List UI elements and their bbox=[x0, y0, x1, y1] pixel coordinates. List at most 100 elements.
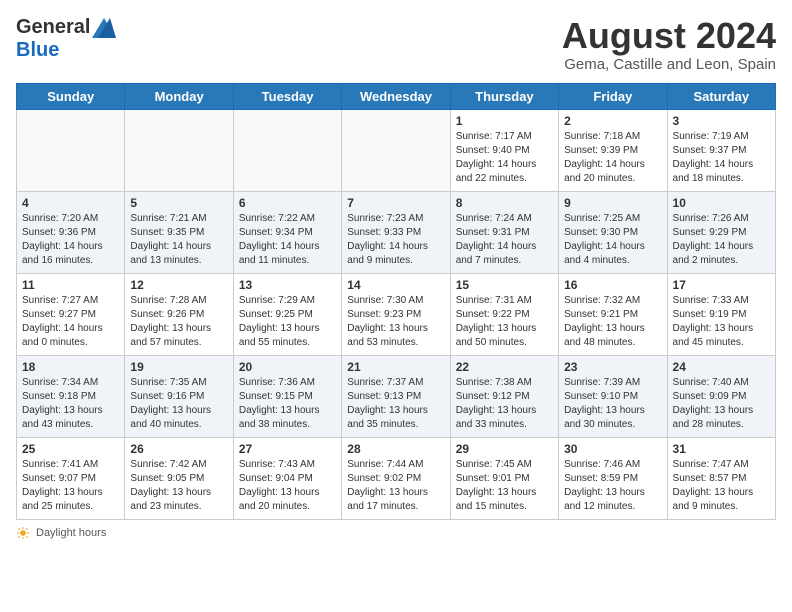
day-number: 29 bbox=[456, 442, 553, 456]
day-info: Sunrise: 7:19 AMSunset: 9:37 PMDaylight:… bbox=[673, 130, 770, 186]
day-info: Sunrise: 7:45 AMSunset: 9:01 PMDaylight:… bbox=[456, 458, 553, 514]
day-number: 23 bbox=[564, 360, 661, 374]
calendar-cell: 18 Sunrise: 7:34 AMSunset: 9:18 PMDayligh… bbox=[17, 355, 125, 437]
day-info: Sunrise: 7:22 AMSunset: 9:34 PMDaylight:… bbox=[239, 212, 336, 268]
day-info: Sunrise: 7:43 AMSunset: 9:04 PMDaylight:… bbox=[239, 458, 336, 514]
calendar-cell: 13 Sunrise: 7:29 AMSunset: 9:25 PMDayligh… bbox=[233, 273, 341, 355]
logo-blue: Blue bbox=[16, 39, 59, 62]
day-info: Sunrise: 7:28 AMSunset: 9:26 PMDaylight:… bbox=[130, 294, 227, 350]
day-info: Sunrise: 7:38 AMSunset: 9:12 PMDaylight:… bbox=[456, 376, 553, 432]
footer-note: Daylight hours bbox=[16, 526, 776, 540]
calendar-cell: 14 Sunrise: 7:30 AMSunset: 9:23 PMDayligh… bbox=[342, 273, 450, 355]
day-number: 20 bbox=[239, 360, 336, 374]
day-of-week-header: Thursday bbox=[450, 83, 558, 109]
calendar-cell bbox=[17, 109, 125, 191]
day-info: Sunrise: 7:47 AMSunset: 8:57 PMDaylight:… bbox=[673, 458, 770, 514]
day-number: 8 bbox=[456, 196, 553, 210]
day-number: 16 bbox=[564, 278, 661, 292]
day-number: 6 bbox=[239, 196, 336, 210]
calendar-cell: 10Sunrise: 7:26 AMSunset: 9:29 PMDayligh… bbox=[667, 191, 775, 273]
day-info: Sunrise: 7:32 AMSunset: 9:21 PMDaylight:… bbox=[564, 294, 661, 350]
day-number: 2 bbox=[564, 114, 661, 128]
day-info: Sunrise: 7:20 AMSunset: 9:36 PMDaylight:… bbox=[22, 212, 119, 268]
calendar-cell: 25 Sunrise: 7:41 AMSunset: 9:07 PMDayligh… bbox=[17, 437, 125, 519]
calendar-cell: 28Sunrise: 7:44 AMSunset: 9:02 PMDayligh… bbox=[342, 437, 450, 519]
calendar-cell: 3 Sunrise: 7:19 AMSunset: 9:37 PMDaylight… bbox=[667, 109, 775, 191]
day-number: 30 bbox=[564, 442, 661, 456]
day-number: 1 bbox=[456, 114, 553, 128]
day-info: Sunrise: 7:34 AMSunset: 9:18 PMDaylight:… bbox=[22, 376, 119, 432]
calendar-cell: 31 Sunrise: 7:47 AMSunset: 8:57 PMDayligh… bbox=[667, 437, 775, 519]
calendar-cell: 19 Sunrise: 7:35 AMSunset: 9:16 PMDayligh… bbox=[125, 355, 233, 437]
day-number: 22 bbox=[456, 360, 553, 374]
calendar-cell: 30 Sunrise: 7:46 AMSunset: 8:59 PMDayligh… bbox=[559, 437, 667, 519]
calendar-cell: 6 Sunrise: 7:22 AMSunset: 9:34 PMDaylight… bbox=[233, 191, 341, 273]
day-number: 7 bbox=[347, 196, 444, 210]
day-number: 25 bbox=[22, 442, 119, 456]
calendar-cell: 21 Sunrise: 7:37 AMSunset: 9:13 PMDayligh… bbox=[342, 355, 450, 437]
day-of-week-header: Monday bbox=[125, 83, 233, 109]
day-number: 3 bbox=[673, 114, 770, 128]
calendar-cell: 22 Sunrise: 7:38 AMSunset: 9:12 PMDayligh… bbox=[450, 355, 558, 437]
day-info: Sunrise: 7:40 AMSunset: 9:09 PMDaylight:… bbox=[673, 376, 770, 432]
calendar-cell: 2 Sunrise: 7:18 AMSunset: 9:39 PMDaylight… bbox=[559, 109, 667, 191]
day-number: 11 bbox=[22, 278, 119, 292]
day-info: Sunrise: 7:36 AMSunset: 9:15 PMDaylight:… bbox=[239, 376, 336, 432]
sun-icon bbox=[16, 526, 30, 540]
calendar-cell: 9Sunrise: 7:25 AMSunset: 9:30 PMDaylight… bbox=[559, 191, 667, 273]
calendar-week-row: 4Sunrise: 7:20 AMSunset: 9:36 PMDaylight… bbox=[17, 191, 776, 273]
day-number: 18 bbox=[22, 360, 119, 374]
calendar-cell: 26Sunrise: 7:42 AMSunset: 9:05 PMDayligh… bbox=[125, 437, 233, 519]
calendar-week-row: 25 Sunrise: 7:41 AMSunset: 9:07 PMDayligh… bbox=[17, 437, 776, 519]
day-of-week-header: Sunday bbox=[17, 83, 125, 109]
logo-general: General bbox=[16, 16, 90, 39]
calendar-cell bbox=[342, 109, 450, 191]
calendar-cell: 17 Sunrise: 7:33 AMSunset: 9:19 PMDayligh… bbox=[667, 273, 775, 355]
day-info: Sunrise: 7:23 AMSunset: 9:33 PMDaylight:… bbox=[347, 212, 444, 268]
day-info: Sunrise: 7:18 AMSunset: 9:39 PMDaylight:… bbox=[564, 130, 661, 186]
day-of-week-header: Wednesday bbox=[342, 83, 450, 109]
day-info: Sunrise: 7:21 AMSunset: 9:35 PMDaylight:… bbox=[130, 212, 227, 268]
day-number: 14 bbox=[347, 278, 444, 292]
day-number: 21 bbox=[347, 360, 444, 374]
calendar-cell: 24 Sunrise: 7:40 AMSunset: 9:09 PMDayligh… bbox=[667, 355, 775, 437]
day-info: Sunrise: 7:37 AMSunset: 9:13 PMDaylight:… bbox=[347, 376, 444, 432]
calendar-cell bbox=[125, 109, 233, 191]
day-info: Sunrise: 7:27 AMSunset: 9:27 PMDaylight:… bbox=[22, 294, 119, 350]
day-of-week-header: Tuesday bbox=[233, 83, 341, 109]
day-of-week-header: Saturday bbox=[667, 83, 775, 109]
day-number: 15 bbox=[456, 278, 553, 292]
day-number: 12 bbox=[130, 278, 227, 292]
day-of-week-header: Friday bbox=[559, 83, 667, 109]
day-number: 13 bbox=[239, 278, 336, 292]
day-number: 31 bbox=[673, 442, 770, 456]
logo: General bbox=[16, 16, 116, 39]
location-subtitle: Gema, Castille and Leon, Spain bbox=[562, 56, 776, 73]
day-number: 28 bbox=[347, 442, 444, 456]
calendar-cell: 11 Sunrise: 7:27 AMSunset: 9:27 PMDayligh… bbox=[17, 273, 125, 355]
day-number: 19 bbox=[130, 360, 227, 374]
day-info: Sunrise: 7:39 AMSunset: 9:10 PMDaylight:… bbox=[564, 376, 661, 432]
day-info: Sunrise: 7:24 AMSunset: 9:31 PMDaylight:… bbox=[456, 212, 553, 268]
day-info: Sunrise: 7:30 AMSunset: 9:23 PMDaylight:… bbox=[347, 294, 444, 350]
title-area: August 2024 Gema, Castille and Leon, Spa… bbox=[562, 16, 776, 73]
calendar-cell: 16 Sunrise: 7:32 AMSunset: 9:21 PMDayligh… bbox=[559, 273, 667, 355]
calendar-cell: 8 Sunrise: 7:24 AMSunset: 9:31 PMDaylight… bbox=[450, 191, 558, 273]
calendar-cell: 7 Sunrise: 7:23 AMSunset: 9:33 PMDaylight… bbox=[342, 191, 450, 273]
day-info: Sunrise: 7:35 AMSunset: 9:16 PMDaylight:… bbox=[130, 376, 227, 432]
day-info: Sunrise: 7:17 AMSunset: 9:40 PMDaylight:… bbox=[456, 130, 553, 186]
calendar-week-row: 11 Sunrise: 7:27 AMSunset: 9:27 PMDayligh… bbox=[17, 273, 776, 355]
day-info: Sunrise: 7:33 AMSunset: 9:19 PMDaylight:… bbox=[673, 294, 770, 350]
day-info: Sunrise: 7:41 AMSunset: 9:07 PMDaylight:… bbox=[22, 458, 119, 514]
day-info: Sunrise: 7:46 AMSunset: 8:59 PMDaylight:… bbox=[564, 458, 661, 514]
day-info: Sunrise: 7:26 AMSunset: 9:29 PMDaylight:… bbox=[673, 212, 770, 268]
calendar-cell: 20 Sunrise: 7:36 AMSunset: 9:15 PMDayligh… bbox=[233, 355, 341, 437]
day-info: Sunrise: 7:29 AMSunset: 9:25 PMDaylight:… bbox=[239, 294, 336, 350]
calendar-cell: 23 Sunrise: 7:39 AMSunset: 9:10 PMDayligh… bbox=[559, 355, 667, 437]
day-info: Sunrise: 7:31 AMSunset: 9:22 PMDaylight:… bbox=[456, 294, 553, 350]
calendar-table: SundayMondayTuesdayWednesdayThursdayFrid… bbox=[16, 83, 776, 520]
day-number: 17 bbox=[673, 278, 770, 292]
calendar-cell: 1 Sunrise: 7:17 AMSunset: 9:40 PMDaylight… bbox=[450, 109, 558, 191]
calendar-week-row: 18 Sunrise: 7:34 AMSunset: 9:18 PMDayligh… bbox=[17, 355, 776, 437]
day-number: 24 bbox=[673, 360, 770, 374]
